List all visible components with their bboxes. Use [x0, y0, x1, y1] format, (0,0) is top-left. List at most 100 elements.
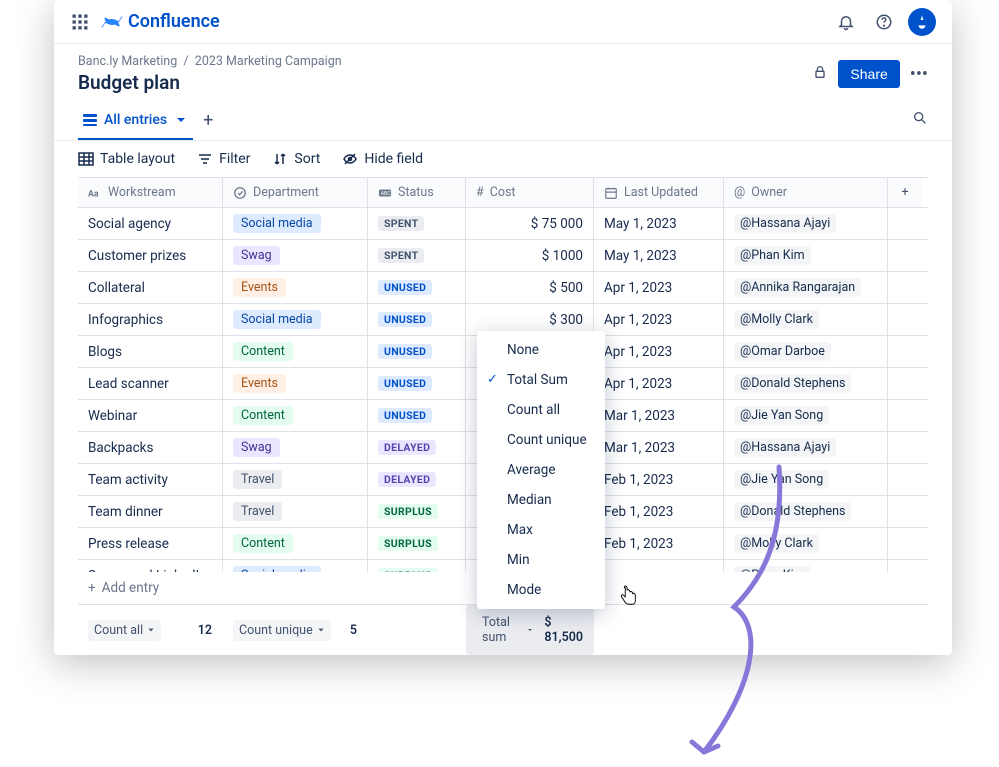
cell-owner[interactable]: @Annika Rangarajan	[724, 272, 888, 303]
owner-mention[interactable]: @Donald Stephens	[734, 374, 851, 393]
restrictions-icon[interactable]	[812, 64, 828, 84]
col-cost[interactable]: # Cost	[466, 178, 594, 207]
owner-mention[interactable]: @Phan Kim	[734, 246, 811, 265]
dropdown-item[interactable]: Mode	[477, 575, 605, 605]
table-layout-button[interactable]: Table layout	[78, 151, 175, 167]
cell-status[interactable]: SURPLUS	[368, 560, 466, 572]
col-status[interactable]: ABC Status	[368, 178, 466, 207]
table-row[interactable]: Social agency Social media SPENT $ 75 00…	[78, 208, 928, 240]
cell-lastupdated[interactable]: Apr 1, 2023	[594, 272, 724, 303]
table-row[interactable]: Collateral Events UNUSED $ 500 Apr 1, 20…	[78, 272, 928, 304]
cell-cost[interactable]: $ 500	[466, 272, 594, 303]
cell-status[interactable]: UNUSED	[368, 336, 466, 367]
cell-owner[interactable]: @Molly Clark	[724, 304, 888, 335]
cell-department[interactable]: Swag	[223, 432, 368, 463]
cell-department[interactable]: Social media	[223, 560, 368, 572]
cell-department[interactable]: Content	[223, 400, 368, 431]
cell-department[interactable]: Events	[223, 368, 368, 399]
cell-workstream[interactable]: Press release	[78, 528, 223, 559]
dropdown-item[interactable]: Median	[477, 485, 605, 515]
cell-owner[interactable]: @Molly Clark	[724, 528, 888, 559]
cell-workstream[interactable]: Lead scanner	[78, 368, 223, 399]
cell-department[interactable]: Content	[223, 528, 368, 559]
cell-lastupdated[interactable]	[594, 560, 724, 572]
col-lastupdated[interactable]: Last Updated	[594, 178, 724, 207]
cell-status[interactable]: SPENT	[368, 208, 466, 239]
footer-col-status[interactable]	[368, 605, 466, 655]
cell-department[interactable]: Events	[223, 272, 368, 303]
dropdown-item[interactable]: Count all	[477, 395, 605, 425]
owner-mention[interactable]: @Molly Clark	[734, 534, 819, 553]
cell-lastupdated[interactable]: May 1, 2023	[594, 240, 724, 271]
footer-col-owner[interactable]	[724, 605, 888, 655]
cell-cost[interactable]: $ 1000	[466, 240, 594, 271]
cell-lastupdated[interactable]: May 1, 2023	[594, 208, 724, 239]
cell-owner[interactable]: @Hassana Ajayi	[724, 432, 888, 463]
dropdown-item[interactable]: Min	[477, 545, 605, 575]
footer-col-lastupdated[interactable]	[594, 605, 724, 655]
cell-workstream[interactable]: Customer prizes	[78, 240, 223, 271]
cell-workstream[interactable]: Webinar	[78, 400, 223, 431]
footer-col-department[interactable]: Count unique 5	[223, 605, 368, 655]
share-button[interactable]: Share	[838, 60, 899, 88]
cell-workstream[interactable]: Team dinner	[78, 496, 223, 527]
cell-workstream[interactable]: Team activity	[78, 464, 223, 495]
cell-cost[interactable]: $ 75 000	[466, 208, 594, 239]
cell-workstream[interactable]: Social agency	[78, 208, 223, 239]
breadcrumb-parent[interactable]: 2023 Marketing Campaign	[195, 54, 342, 69]
cell-status[interactable]: DELAYED	[368, 464, 466, 495]
cell-status[interactable]: SPENT	[368, 240, 466, 271]
notifications-icon[interactable]	[832, 8, 860, 36]
cell-owner[interactable]: @Jie Yan Song	[724, 464, 888, 495]
cell-department[interactable]: Social media	[223, 304, 368, 335]
cell-workstream[interactable]: Sponsored LinkedIn posts	[78, 560, 223, 572]
dropdown-item[interactable]: Total Sum	[477, 365, 605, 395]
breadcrumb-space[interactable]: Banc.ly Marketing	[78, 54, 177, 69]
table-row[interactable]: Customer prizes Swag SPENT $ 1000 May 1,…	[78, 240, 928, 272]
cell-department[interactable]: Travel	[223, 496, 368, 527]
cell-workstream[interactable]: Blogs	[78, 336, 223, 367]
col-workstream[interactable]: Aa Workstream	[78, 178, 223, 207]
cell-owner[interactable]: @Donald Stephens	[724, 368, 888, 399]
dropdown-item[interactable]: Count unique	[477, 425, 605, 455]
cell-lastupdated[interactable]: Apr 1, 2023	[594, 304, 724, 335]
col-department[interactable]: Department	[223, 178, 368, 207]
owner-mention[interactable]: @Jie Yan Song	[734, 406, 829, 425]
cell-status[interactable]: DELAYED	[368, 432, 466, 463]
cell-status[interactable]: UNUSED	[368, 304, 466, 335]
cell-status[interactable]: SURPLUS	[368, 528, 466, 559]
add-view-button[interactable]: +	[203, 110, 213, 137]
cell-status[interactable]: UNUSED	[368, 368, 466, 399]
owner-mention[interactable]: @Donald Stephens	[734, 502, 851, 521]
owner-mention[interactable]: @Phan Kim	[734, 566, 811, 572]
owner-mention[interactable]: @Omar Darboe	[734, 342, 831, 361]
cell-lastupdated[interactable]: Mar 1, 2023	[594, 400, 724, 431]
owner-mention[interactable]: @Jie Yan Song	[734, 470, 829, 489]
col-owner[interactable]: @ Owner	[724, 178, 888, 207]
footer-col-cost[interactable]: Total sum $ 81,500	[466, 605, 594, 655]
cell-workstream[interactable]: Collateral	[78, 272, 223, 303]
owner-mention[interactable]: @Hassana Ajayi	[734, 438, 836, 457]
cell-lastupdated[interactable]: Feb 1, 2023	[594, 528, 724, 559]
add-column-button[interactable]: +	[888, 178, 922, 207]
cell-workstream[interactable]: Backpacks	[78, 432, 223, 463]
cell-department[interactable]: Social media	[223, 208, 368, 239]
dropdown-item[interactable]: None	[477, 335, 605, 365]
cell-workstream[interactable]: Infographics	[78, 304, 223, 335]
cell-owner[interactable]: @Donald Stephens	[724, 496, 888, 527]
help-icon[interactable]	[870, 8, 898, 36]
cell-department[interactable]: Content	[223, 336, 368, 367]
cell-department[interactable]: Swag	[223, 240, 368, 271]
cell-owner[interactable]: @Phan Kim	[724, 240, 888, 271]
more-actions-icon[interactable]: •••	[910, 64, 928, 85]
view-tab-all-entries[interactable]: All entries	[78, 106, 193, 140]
user-avatar[interactable]	[908, 8, 936, 36]
filter-button[interactable]: Filter	[197, 151, 250, 167]
cell-lastupdated[interactable]: Feb 1, 2023	[594, 464, 724, 495]
cell-lastupdated[interactable]: Feb 1, 2023	[594, 496, 724, 527]
owner-mention[interactable]: @Hassana Ajayi	[734, 214, 836, 233]
app-switcher-icon[interactable]	[70, 12, 90, 32]
cell-owner[interactable]: @Phan Kim	[724, 560, 888, 572]
cell-status[interactable]: UNUSED	[368, 400, 466, 431]
cell-lastupdated[interactable]: Apr 1, 2023	[594, 336, 724, 367]
